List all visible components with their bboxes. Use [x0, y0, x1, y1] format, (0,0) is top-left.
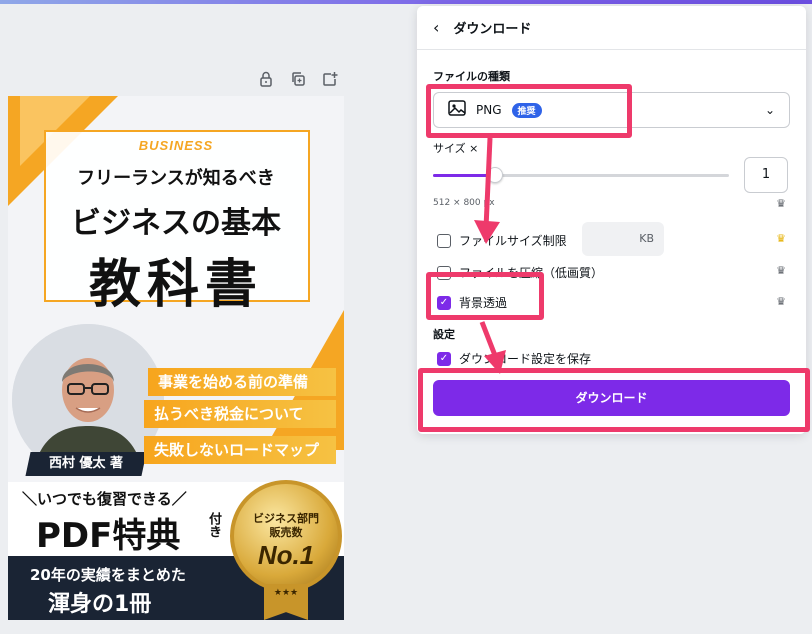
add-page-icon[interactable] [319, 70, 341, 88]
settings-label: 設定 [433, 328, 455, 341]
file-type-label: ファイルの種類 [433, 70, 510, 83]
author-label: 西村 優太 著 [25, 452, 147, 476]
award-medal: ビジネス部門 販売数 No.1 [230, 480, 342, 592]
cover-eyebrow: BUSINESS [138, 138, 214, 153]
save-settings-checkbox[interactable]: ✓ [437, 351, 451, 366]
top-gradient-bar [0, 0, 812, 4]
lock-icon[interactable] [255, 70, 277, 88]
back-arrow-icon[interactable]: ‹ [433, 18, 439, 37]
size-input[interactable]: 1 [744, 157, 788, 193]
cover-title-line3: 教科書 [88, 255, 263, 315]
book-cover-design[interactable]: BUSINESS フリーランスが知るべき ビジネスの基本 教科書 西村 優太 著… [8, 96, 344, 620]
limit-checkbox[interactable] [437, 233, 451, 248]
bonus-headline: PDF特典 [36, 516, 181, 556]
cover-title-line1: フリーランスが知るべき [77, 168, 275, 189]
footer-line1: 20年の実績をまとめた [30, 566, 186, 584]
cover-point-1: 事業を始める前の準備 [148, 368, 336, 396]
cover-title-line2: ビジネスの基本 [71, 206, 281, 241]
pro-crown-icon: ♛ [776, 264, 786, 277]
size-limit-input[interactable]: KB [582, 222, 664, 256]
bonus-tagline: ＼いつでも復習できる／ [22, 490, 187, 508]
panel-title: ダウンロード [453, 22, 532, 37]
pro-crown-icon: ♛ [776, 197, 786, 210]
pro-crown-icon: ♛ [776, 295, 786, 308]
page-toolbar [255, 70, 341, 88]
footer-line2: 渾身の1冊 [48, 592, 152, 617]
annotation-arrow-1 [474, 137, 500, 244]
bonus-suffix: 付き [206, 512, 221, 538]
chevron-down-icon: ⌄ [764, 103, 775, 117]
medal-line2: 販売数 [269, 526, 303, 539]
duplicate-page-icon[interactable] [287, 70, 309, 88]
annotation-highlight-transparent [426, 272, 544, 320]
cover-point-2: 払うべき税金について [144, 400, 336, 428]
annotation-arrow-2 [479, 321, 506, 374]
pro-crown-icon: ♛ [776, 232, 786, 245]
medal-line3: No.1 [257, 540, 315, 570]
annotation-highlight-file-type [426, 84, 632, 138]
cover-point-3: 失敗しないロードマップ [144, 436, 336, 464]
panel-header: ‹ ダウンロード [417, 6, 806, 50]
